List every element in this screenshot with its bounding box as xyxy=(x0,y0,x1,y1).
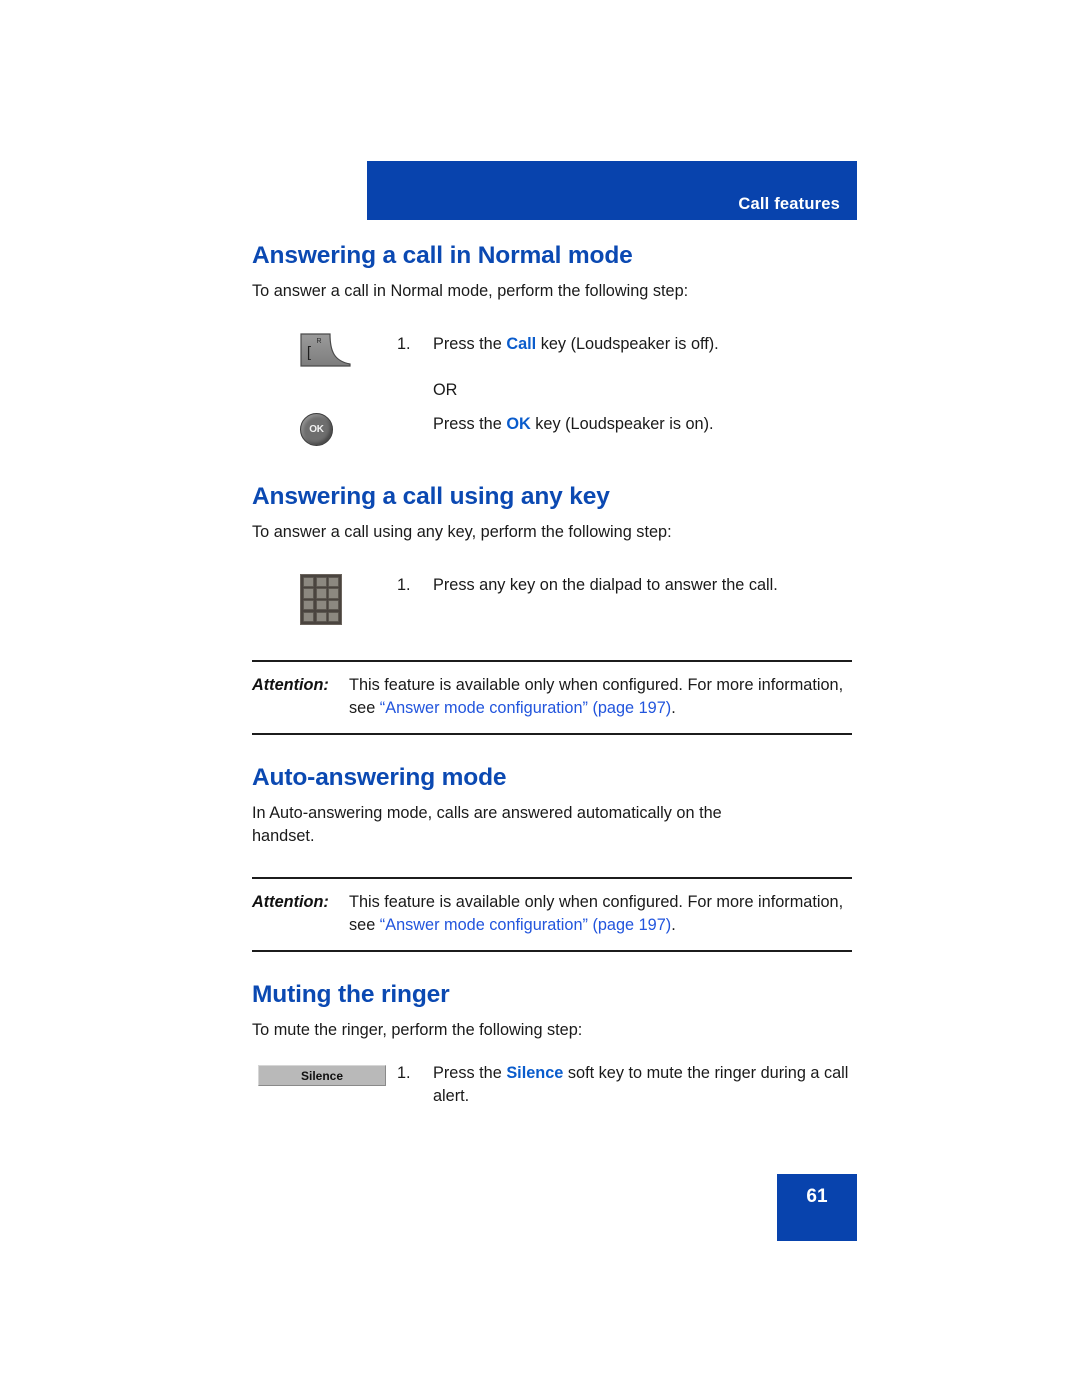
silence-soft-key[interactable]: Silence xyxy=(258,1065,386,1087)
step-text-press-any-key: Press any key on the dialpad to answer t… xyxy=(433,575,778,594)
running-header-bar: Call features xyxy=(367,161,857,220)
call-key-icon: R [ xyxy=(300,333,352,368)
step-text-prefix: Press the xyxy=(433,334,507,353)
step-text-suffix: key (Loudspeaker is on). xyxy=(530,415,714,433)
attention-note-2: Attention: This feature is available onl… xyxy=(252,877,852,953)
keyword-silence: Silence xyxy=(506,1064,564,1083)
keyword-call: Call xyxy=(506,334,537,353)
step-number: 1. xyxy=(397,1064,411,1083)
step-text-press-ok-key: Press the OK key (Loudspeaker is on). xyxy=(433,413,852,436)
attention-note-1: Attention: This feature is available onl… xyxy=(252,659,852,736)
page-number: 61 xyxy=(806,1186,828,1207)
section-title-auto-answering-mode: Auto-answering mode xyxy=(252,764,507,792)
step-row-press-any-key: 1. Press any key on the dialpad to answe… xyxy=(252,573,852,625)
document-page: Call features Answering a call in Normal… xyxy=(0,0,1080,1397)
step-text-prefix: Press the xyxy=(433,415,507,433)
step-row-press-call-key: R [ 1. Press the Call key (Loudspeaker i… xyxy=(252,333,852,368)
ok-key-icon: OK xyxy=(300,413,333,446)
dialpad-key xyxy=(315,600,327,611)
cross-reference-link[interactable]: “Answer mode configuration” (page 197) xyxy=(380,916,671,934)
section-title-muting-the-ringer: Muting the ringer xyxy=(252,981,450,1009)
section-intro-auto-answering-mode: In Auto-answering mode, calls are answer… xyxy=(252,803,722,845)
step-icon-cell: OK xyxy=(252,413,397,446)
dialpad-key xyxy=(315,576,327,587)
attention-body: This feature is available only when conf… xyxy=(349,674,852,720)
dialpad-icon xyxy=(300,573,342,625)
page-number-box: 61 xyxy=(777,1174,857,1241)
dialpad-key xyxy=(315,588,327,599)
section-intro-answering-any-key: To answer a call using any key, perform … xyxy=(252,522,672,541)
dialpad-key xyxy=(328,611,339,622)
dialpad-key xyxy=(303,588,314,599)
step-row-press-silence: Silence 1. Press the Silence soft key to… xyxy=(252,1062,852,1108)
step-text-press-silence: Press the Silence soft key to mute the r… xyxy=(433,1062,852,1108)
dialpad-key xyxy=(328,576,339,587)
dialpad-key xyxy=(303,576,314,587)
attention-text-suffix: . xyxy=(671,916,676,935)
step-icon-cell: R [ xyxy=(252,333,397,368)
attention-label: Attention: xyxy=(252,675,329,694)
section-intro-answering-normal-mode: To answer a call in Normal mode, perform… xyxy=(252,281,689,300)
running-header-label: Call features xyxy=(738,195,840,213)
step-number: 1. xyxy=(397,334,411,353)
svg-text:R: R xyxy=(316,338,321,345)
section-intro-muting-the-ringer: To mute the ringer, perform the followin… xyxy=(252,1021,583,1040)
step-icon-cell xyxy=(252,573,397,625)
section-title-answering-any-key: Answering a call using any key xyxy=(252,483,610,510)
or-label: OR xyxy=(433,380,458,399)
step-text-prefix: Press the xyxy=(433,1064,507,1083)
step-row-or: OR xyxy=(252,379,852,402)
step-icon-cell: Silence xyxy=(252,1062,397,1087)
page-content: Answering a call in Normal mode To answe… xyxy=(252,243,852,1109)
cross-reference-link[interactable]: “Answer mode configuration” (page 197) xyxy=(380,699,671,717)
step-text-press-call-key: Press the Call key (Loudspeaker is off). xyxy=(433,333,852,356)
dialpad-key xyxy=(303,611,314,622)
attention-body: This feature is available only when conf… xyxy=(349,891,852,937)
section-title-answering-normal-mode: Answering a call in Normal mode xyxy=(252,242,633,269)
dialpad-key xyxy=(328,600,339,611)
attention-label: Attention: xyxy=(252,893,329,912)
dialpad-key xyxy=(315,611,327,622)
keyword-ok: OK xyxy=(506,415,531,433)
step-text-suffix: key (Loudspeaker is off). xyxy=(536,334,719,353)
dialpad-key xyxy=(303,600,314,611)
attention-text-suffix: . xyxy=(671,699,676,717)
step-number: 1. xyxy=(397,575,411,594)
step-row-press-ok-key: OK Press the OK key (Loudspeaker is on). xyxy=(252,413,852,446)
dialpad-key xyxy=(328,588,339,599)
